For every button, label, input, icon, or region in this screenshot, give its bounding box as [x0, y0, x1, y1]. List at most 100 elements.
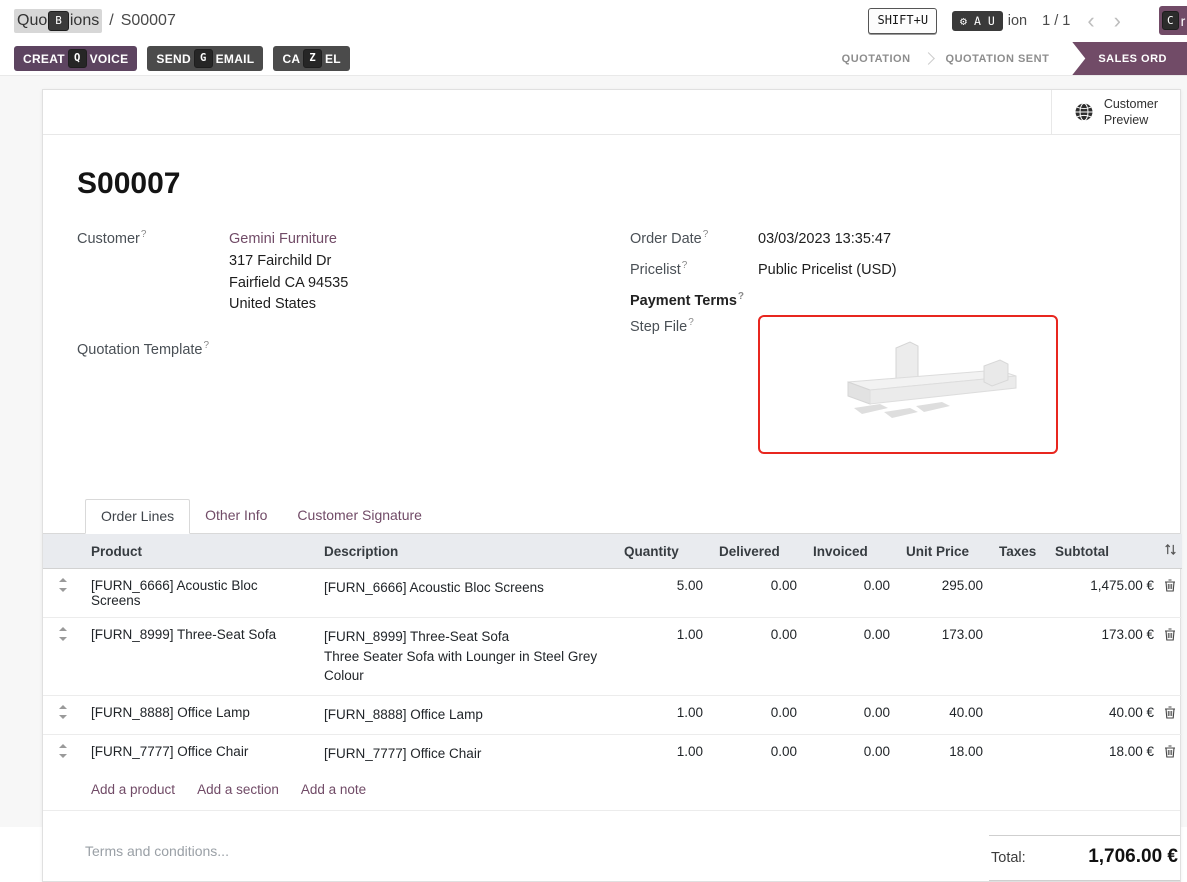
- cell-delivered[interactable]: 0.00: [711, 618, 805, 696]
- tab-order-lines[interactable]: Order Lines: [85, 499, 190, 534]
- cell-quantity[interactable]: 5.00: [616, 569, 711, 618]
- optional-columns-toggle-icon[interactable]: [1164, 543, 1177, 559]
- cell-description[interactable]: [FURN_8999] Three-Seat Sofa Three Seater…: [316, 618, 616, 696]
- cell-subtotal: 18.00 €: [1047, 734, 1162, 772]
- delete-line-trash-icon[interactable]: [1164, 579, 1176, 595]
- pricelist-label: Pricelist?: [630, 260, 758, 282]
- help-marker: ?: [703, 229, 709, 240]
- cell-taxes[interactable]: [991, 618, 1047, 696]
- status-step-quotation[interactable]: QUOTATION: [829, 53, 924, 65]
- handle-column-header: [43, 534, 83, 569]
- order-total: Total: 1,706.00 €: [989, 835, 1180, 881]
- column-header-subtotal: Subtotal: [1047, 534, 1162, 569]
- cell-description[interactable]: [FURN_7777] Office Chair: [316, 734, 616, 772]
- pricelist-value[interactable]: Public Pricelist (USD): [758, 260, 897, 282]
- cell-taxes[interactable]: [991, 734, 1047, 772]
- status-step-quotation-sent[interactable]: QUOTATION SENT: [933, 53, 1063, 65]
- drag-handle-icon[interactable]: [43, 696, 83, 735]
- tab-other-info[interactable]: Other Info: [190, 499, 282, 533]
- cell-product[interactable]: [FURN_8888] Office Lamp: [83, 696, 316, 735]
- cell-taxes[interactable]: [991, 569, 1047, 618]
- button-label-fragment: EL: [325, 52, 341, 66]
- cell-product[interactable]: [FURN_8999] Three-Seat Sofa: [83, 618, 316, 696]
- payment-terms-field[interactable]: Payment Terms?: [630, 291, 1146, 309]
- order-line-row[interactable]: [FURN_7777] Office Chair [FURN_7777] Off…: [43, 734, 1182, 772]
- send-email-button[interactable]: SEND G EMAIL: [147, 46, 263, 71]
- drag-handle-icon[interactable]: [43, 618, 83, 696]
- step-file-field: Step File?: [630, 317, 1146, 454]
- cell-invoiced[interactable]: 0.00: [805, 569, 898, 618]
- table-footer-links: Add a product Add a section Add a note: [43, 772, 1180, 811]
- field-column-right: Order Date? 03/03/2023 13:35:47 Pricelis…: [630, 229, 1146, 463]
- add-product-link[interactable]: Add a product: [91, 782, 175, 797]
- cell-unit-price[interactable]: 173.00: [898, 618, 991, 696]
- cell-unit-price[interactable]: 295.00: [898, 569, 991, 618]
- customer-field: Customer? Gemini Furniture 317 Fairchild…: [77, 229, 630, 316]
- cell-delivered[interactable]: 0.00: [711, 569, 805, 618]
- cell-taxes[interactable]: [991, 696, 1047, 735]
- cell-description[interactable]: [FURN_8888] Office Lamp: [316, 696, 616, 735]
- add-section-link[interactable]: Add a section: [197, 782, 279, 797]
- cell-quantity[interactable]: 1.00: [616, 734, 711, 772]
- label-line: Preview: [1104, 113, 1148, 127]
- quotation-template-field[interactable]: Quotation Template?: [77, 340, 630, 358]
- cell-delivered[interactable]: 0.00: [711, 734, 805, 772]
- field-group: Customer? Gemini Furniture 317 Fairchild…: [77, 229, 1146, 463]
- order-date-field: Order Date? 03/03/2023 13:35:47: [630, 229, 1146, 251]
- cell-invoiced[interactable]: 0.00: [805, 734, 898, 772]
- order-date-value[interactable]: 03/03/2023 13:35:47: [758, 229, 891, 251]
- column-header-taxes: Taxes: [991, 534, 1047, 569]
- pager-next-button[interactable]: ›: [1112, 10, 1123, 32]
- delete-line-trash-icon[interactable]: [1164, 745, 1176, 761]
- status-step-sales-order-active[interactable]: SALES ORD: [1072, 42, 1187, 75]
- drag-handle-icon[interactable]: [43, 569, 83, 618]
- cell-quantity[interactable]: 1.00: [616, 696, 711, 735]
- cancel-button[interactable]: CA Z EL: [273, 46, 350, 71]
- action-buttons: CREAT Q VOICE SEND G EMAIL CA Z EL: [14, 42, 350, 75]
- cell-description[interactable]: [FURN_6666] Acoustic Bloc Screens: [316, 569, 616, 618]
- breadcrumb: Quo B ions / S00007: [14, 9, 176, 33]
- pager-previous-button[interactable]: ‹: [1085, 10, 1096, 32]
- tab-customer-signature[interactable]: Customer Signature: [282, 499, 437, 533]
- step-file-image[interactable]: [758, 315, 1058, 454]
- record-pager-count: 1 / 1: [1042, 13, 1070, 29]
- action-bar: CREAT Q VOICE SEND G EMAIL CA Z EL QUOTA…: [0, 42, 1187, 76]
- payment-terms-label: Payment Terms?: [630, 291, 758, 309]
- terms-and-conditions-placeholder[interactable]: Terms and conditions...: [85, 835, 229, 881]
- address-line: 317 Fairchild Dr: [229, 251, 348, 273]
- customer-preview-button[interactable]: Customer Preview: [1051, 90, 1180, 134]
- drag-handle-icon[interactable]: [43, 734, 83, 772]
- cell-quantity[interactable]: 1.00: [616, 618, 711, 696]
- cell-invoiced[interactable]: 0.00: [805, 618, 898, 696]
- cell-delivered[interactable]: 0.00: [711, 696, 805, 735]
- cell-unit-price[interactable]: 40.00: [898, 696, 991, 735]
- gear-icon: ⚙: [960, 14, 967, 28]
- order-line-row[interactable]: [FURN_8888] Office Lamp [FURN_8888] Offi…: [43, 696, 1182, 735]
- breadcrumb-quotations-link[interactable]: Quo B ions: [14, 9, 102, 33]
- delete-line-trash-icon[interactable]: [1164, 706, 1176, 722]
- order-line-row[interactable]: [FURN_8999] Three-Seat Sofa [FURN_8999] …: [43, 618, 1182, 696]
- add-note-link[interactable]: Add a note: [301, 782, 366, 797]
- cell-unit-price[interactable]: 18.00: [898, 734, 991, 772]
- step-file-3d-part: [788, 330, 1028, 440]
- help-marker: ?: [682, 260, 688, 271]
- label-line: Customer: [1104, 97, 1158, 111]
- create-invoice-button[interactable]: CREAT Q VOICE: [14, 46, 137, 71]
- column-header-delivered: Delivered: [711, 534, 805, 569]
- help-marker: ?: [203, 340, 209, 351]
- globe-icon: [1074, 102, 1094, 122]
- help-marker: ?: [738, 291, 744, 302]
- customer-link[interactable]: Gemini Furniture: [229, 231, 337, 247]
- button-label-fragment: SEND: [156, 52, 191, 66]
- order-line-row[interactable]: [FURN_6666] Acoustic Bloc Screens [FURN_…: [43, 569, 1182, 618]
- delete-line-trash-icon[interactable]: [1164, 628, 1176, 644]
- cell-product[interactable]: [FURN_6666] Acoustic Bloc Screens: [83, 569, 316, 618]
- topbar-controls: SHIFT+U ⚙ A U ion 1 / 1 ‹ ›: [868, 8, 1173, 33]
- cell-invoiced[interactable]: 0.00: [805, 696, 898, 735]
- cell-product[interactable]: [FURN_7777] Office Chair: [83, 734, 316, 772]
- help-marker: ?: [688, 317, 694, 328]
- pricelist-field: Pricelist? Public Pricelist (USD): [630, 260, 1146, 282]
- edge-create-button[interactable]: C r: [1159, 6, 1187, 35]
- action-menu-button[interactable]: ⚙ A U: [952, 11, 1003, 31]
- top-navigation-bar: Quo B ions / S00007 SHIFT+U ⚙ A U ion 1 …: [0, 0, 1187, 42]
